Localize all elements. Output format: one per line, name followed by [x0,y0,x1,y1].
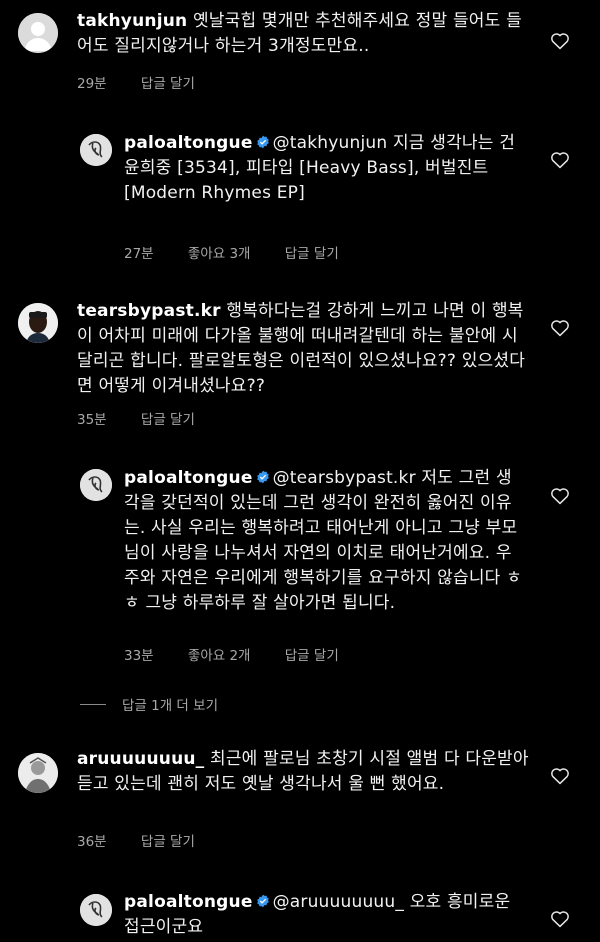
comment-username[interactable]: aruuuuuuuu_ [77,749,204,769]
palo-avatar-icon [80,134,112,166]
heart-icon[interactable] [550,486,570,505]
heart-icon[interactable] [550,909,570,928]
comment-body: aruuuuuuuu_ 최근에 팔로님 초창기 시절 앨범 다 다운받아 듣고 … [77,747,532,797]
heart-icon[interactable] [550,31,570,50]
mention-link[interactable]: @takhyunjun [273,133,388,153]
verified-badge-icon [256,135,269,149]
reply-button[interactable]: 답글 달기 [285,648,339,664]
default-avatar-icon [18,13,58,53]
likes-count[interactable]: 좋아요 3개 [188,246,251,262]
avatar[interactable] [80,469,112,501]
palo-avatar-icon [80,894,112,926]
comment-time: 29분 [77,76,107,92]
heart-icon[interactable] [550,766,570,785]
comment-body: tearsbypast.kr 행복하다는걸 강하게 느끼고 나면 이 행복이 어… [77,299,532,399]
palo-avatar-icon [80,469,112,501]
avatar[interactable] [80,894,112,926]
reply-button[interactable]: 답글 달기 [285,246,339,262]
view-more-label: 답글 1개 더 보기 [122,698,218,714]
comment-username[interactable]: tearsbypast.kr [77,301,221,321]
likes-count[interactable]: 좋아요 2개 [188,648,251,664]
comment-body: paloaltongue @aruuuuuuuu_ 오호 흥미로운 접근이군요 [124,890,524,940]
comment-username[interactable]: paloaltongue [124,892,253,912]
comment-meta: 33분 좋아요 2개 답글 달기 [124,644,369,664]
comment-username[interactable]: takhyunjun [77,11,187,31]
comment-time: 36분 [77,834,107,850]
avatar[interactable] [18,13,58,53]
comment-time: 33분 [124,648,154,664]
comment-meta: 35분 답글 달기 [77,408,225,428]
view-more-replies-button[interactable]: 답글 1개 더 보기 [80,694,218,714]
comment-username[interactable]: paloaltongue [124,133,253,153]
comment-body: takhyunjun 옛날국힙 몇개만 추천해주세요 정말 들어도 들어도 질리… [77,9,532,59]
comment-meta: 27분 좋아요 3개 답글 달기 [124,242,369,262]
comment-time: 35분 [77,412,107,428]
avatar[interactable] [80,134,112,166]
comment-body: paloaltongue @tearsbypast.kr 저도 그런 생각을 갖던… [124,466,524,616]
comment-time: 27분 [124,246,154,262]
comment-username[interactable]: paloaltongue [124,468,253,488]
comment-text: 저도 그런 생각을 갖던적이 있는데 그런 생각이 완전히 옳어진 이유는. 사… [124,468,522,613]
comment-body: paloaltongue @takhyunjun 지금 생각나는 건 윤희중 [3… [124,131,524,206]
heart-icon[interactable] [550,150,570,169]
reply-button[interactable]: 답글 달기 [141,76,195,92]
divider-line [80,703,106,705]
comment-meta: 29분 답글 달기 [77,72,225,92]
mention-link[interactable]: @aruuuuuuuu_ [273,892,405,912]
user-photo-icon [18,753,58,793]
heart-icon[interactable] [550,318,570,337]
mention-link[interactable]: @tearsbypast.kr [273,468,416,488]
avatar[interactable] [18,303,58,343]
comment-meta: 36분 답글 달기 [77,830,225,850]
verified-badge-icon [256,894,269,908]
verified-badge-icon [256,470,269,484]
user-photo-icon [18,303,58,343]
reply-button[interactable]: 답글 달기 [141,834,195,850]
reply-button[interactable]: 답글 달기 [141,412,195,428]
avatar[interactable] [18,753,58,793]
